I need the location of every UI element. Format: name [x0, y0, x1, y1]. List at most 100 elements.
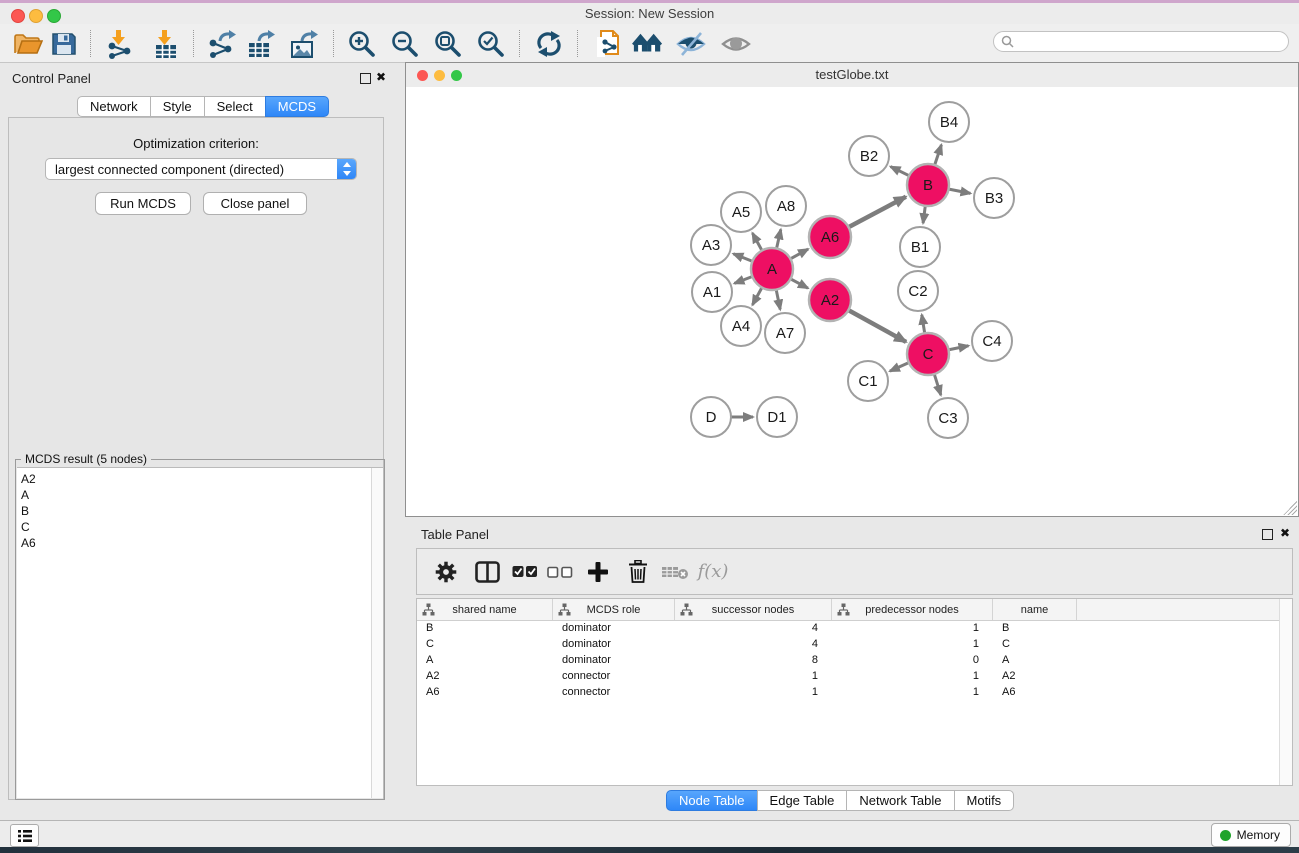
- tab-style[interactable]: Style: [150, 96, 205, 117]
- graph-node-C[interactable]: C: [907, 333, 949, 375]
- table-row[interactable]: A6connector11A6: [417, 684, 1280, 700]
- table-row[interactable]: Adominator80A: [417, 652, 1280, 668]
- search-field[interactable]: [993, 31, 1289, 52]
- svg-text:A3: A3: [702, 237, 720, 254]
- table-row[interactable]: Cdominator41C: [417, 636, 1280, 652]
- list-icon: [17, 829, 33, 843]
- column-header-predecessor-nodes[interactable]: predecessor nodes: [832, 599, 993, 620]
- svg-text:D: D: [706, 409, 717, 426]
- svg-text:C1: C1: [858, 373, 877, 390]
- table-tabs: Node TableEdge TableNetwork TableMotifs: [666, 790, 1014, 811]
- open-file-icon[interactable]: [12, 28, 44, 60]
- tab-motifs[interactable]: Motifs: [954, 790, 1015, 811]
- close-panel-icon[interactable]: ✖: [376, 69, 386, 85]
- graph-node-A[interactable]: A: [751, 248, 793, 290]
- tab-edge-table[interactable]: Edge Table: [757, 790, 848, 811]
- refresh-view-icon[interactable]: [533, 28, 565, 60]
- graph-node-A6[interactable]: A6: [809, 216, 851, 258]
- result-item[interactable]: A: [21, 487, 369, 503]
- result-item[interactable]: A2: [21, 471, 369, 487]
- toolbar-separator: [333, 30, 334, 57]
- graph-node-A5[interactable]: A5: [721, 192, 761, 232]
- zoom-fit-icon[interactable]: [432, 28, 464, 60]
- result-item[interactable]: A6: [21, 535, 369, 551]
- tab-mcds[interactable]: MCDS: [265, 96, 329, 117]
- graph-node-B3[interactable]: B3: [974, 178, 1014, 218]
- table-panel-title: Table Panel: [421, 527, 489, 542]
- graph-node-C4[interactable]: C4: [972, 321, 1012, 361]
- import-table-icon[interactable]: [150, 28, 182, 60]
- graph-node-C1[interactable]: C1: [848, 361, 888, 401]
- show-panels-icon[interactable]: [720, 28, 752, 60]
- search-icon: [1001, 35, 1014, 48]
- graph-node-B4[interactable]: B4: [929, 102, 969, 142]
- column-browser-icon[interactable]: [472, 549, 502, 594]
- memory-status-icon: [1220, 830, 1231, 841]
- table-cell: 1: [832, 620, 993, 636]
- graph-node-A2[interactable]: A2: [809, 279, 851, 321]
- network-canvas[interactable]: B4 B2 B B3 A5A8A6 A3 B1 A A1 C2 A2 A4A7 C4 C C1 C3 D D1: [406, 87, 1298, 516]
- reset-layout-home-icon[interactable]: [632, 28, 664, 60]
- close-table-panel-icon[interactable]: ✖: [1280, 525, 1290, 541]
- select-all-checkboxes-icon[interactable]: [510, 549, 540, 594]
- graph-node-C3[interactable]: C3: [928, 398, 968, 438]
- new-network-from-selection-icon[interactable]: [592, 28, 624, 60]
- float-table-panel-icon[interactable]: [1262, 529, 1273, 540]
- export-table-icon[interactable]: [245, 28, 277, 60]
- main-toolbar: [0, 24, 1299, 63]
- graph-node-D1[interactable]: D1: [757, 397, 797, 437]
- criterion-dropdown[interactable]: largest connected component (directed): [45, 158, 357, 180]
- task-history-button[interactable]: [10, 824, 39, 847]
- graph-node-A1[interactable]: A1: [692, 272, 732, 312]
- column-header-successor-nodes[interactable]: successor nodes: [675, 599, 832, 620]
- graph-node-C2[interactable]: C2: [898, 271, 938, 311]
- svg-text:A1: A1: [703, 284, 721, 301]
- zoom-out-icon[interactable]: [389, 28, 421, 60]
- import-network-icon[interactable]: [104, 28, 136, 60]
- graph-node-B2[interactable]: B2: [849, 136, 889, 176]
- memory-button[interactable]: Memory: [1211, 823, 1291, 847]
- result-item[interactable]: B: [21, 503, 369, 519]
- table-cell: A2: [417, 668, 553, 684]
- tab-network[interactable]: Network: [77, 96, 151, 117]
- column-header-mcds-role[interactable]: MCDS role: [553, 599, 675, 620]
- save-session-icon[interactable]: [48, 28, 80, 60]
- tab-select[interactable]: Select: [204, 96, 266, 117]
- graph-node-B1[interactable]: B1: [900, 227, 940, 267]
- graph-node-B[interactable]: B: [907, 164, 949, 206]
- zoom-selected-icon[interactable]: [475, 28, 507, 60]
- graph-node-D[interactable]: D: [691, 397, 731, 437]
- column-header-name[interactable]: name: [993, 599, 1077, 620]
- close-panel-button[interactable]: Close panel: [203, 192, 307, 215]
- table-cell: 8: [675, 652, 832, 668]
- deselect-all-checkboxes-icon[interactable]: [545, 549, 575, 594]
- column-header-shared-name[interactable]: shared name: [417, 599, 553, 620]
- table-row[interactable]: Bdominator41B: [417, 620, 1280, 636]
- mcds-result-list[interactable]: A2ABCA6: [17, 467, 383, 798]
- export-network-icon[interactable]: [206, 28, 238, 60]
- table-scrollbar[interactable]: [1279, 599, 1292, 785]
- add-column-icon[interactable]: [583, 549, 613, 594]
- graph-node-A8[interactable]: A8: [766, 186, 806, 226]
- delete-column-trash-icon[interactable]: [623, 549, 653, 594]
- network-window-titlebar[interactable]: testGlobe.txt: [406, 63, 1298, 88]
- tab-network-table[interactable]: Network Table: [846, 790, 954, 811]
- table-row[interactable]: A2connector11A2: [417, 668, 1280, 684]
- resize-grip-icon[interactable]: [1283, 501, 1297, 515]
- run-mcds-button[interactable]: Run MCDS: [95, 192, 191, 215]
- svg-text:A2: A2: [821, 292, 839, 309]
- export-image-icon[interactable]: [288, 28, 320, 60]
- table-settings-gear-icon[interactable]: [431, 549, 461, 594]
- search-input[interactable]: [1018, 34, 1288, 50]
- table-cell: A2: [993, 668, 1077, 684]
- result-list-scrollbar[interactable]: [371, 468, 383, 798]
- zoom-in-icon[interactable]: [346, 28, 378, 60]
- result-item[interactable]: C: [21, 519, 369, 535]
- hide-panels-icon[interactable]: [675, 28, 707, 60]
- tab-node-table[interactable]: Node Table: [666, 790, 758, 811]
- graph-node-A7[interactable]: A7: [765, 313, 805, 353]
- float-panel-icon[interactable]: [360, 73, 371, 84]
- table-cell: C: [417, 636, 553, 652]
- graph-node-A4[interactable]: A4: [721, 306, 761, 346]
- graph-node-A3[interactable]: A3: [691, 225, 731, 265]
